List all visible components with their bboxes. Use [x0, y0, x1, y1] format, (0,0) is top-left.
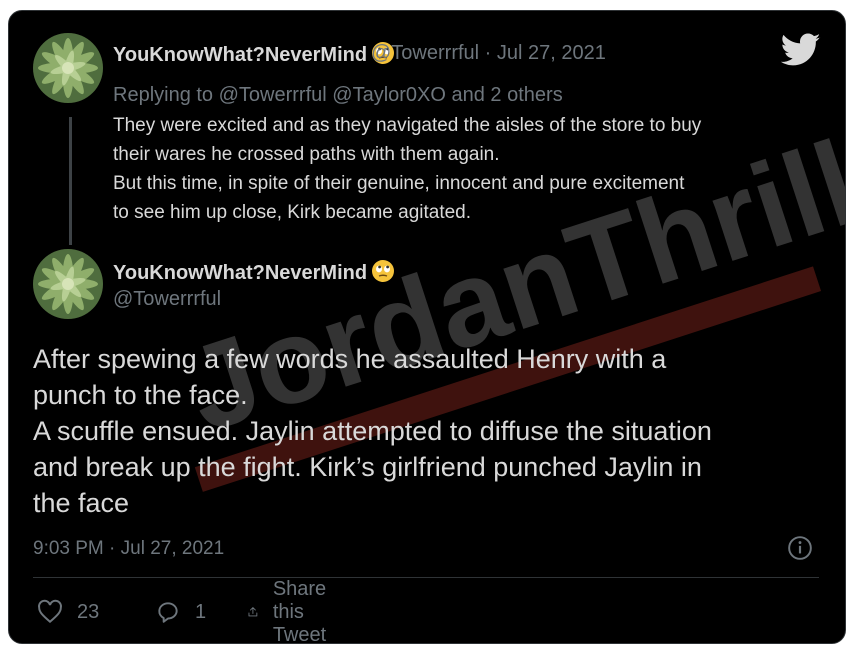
replying-to-line[interactable]: Replying to @Towerrrful @Taylor0XO and 2… — [113, 84, 563, 107]
main-tweet-text: After spewing a few words he assaulted H… — [33, 341, 833, 521]
share-label: Share this Tweet — [272, 577, 327, 644]
display-name-text: YouKnowWhat?NeverMind — [113, 262, 368, 284]
main-text-line: and break up the fight. Kirk’s girlfrien… — [33, 452, 702, 482]
info-icon[interactable] — [787, 535, 813, 561]
twitter-bird-icon[interactable] — [781, 33, 821, 67]
like-button[interactable]: 23 — [37, 597, 99, 627]
rolling-eyes-emoji-icon — [372, 260, 395, 282]
reply-text-line: their wares he crossed paths with them a… — [113, 144, 500, 165]
like-count: 23 — [77, 600, 100, 623]
reply-handle-time[interactable]: @Towerrrful · Jul 27, 2021 — [371, 42, 606, 65]
reply-text-line: They were excited and as they navigated … — [113, 115, 702, 136]
share-button[interactable]: Share this Tweet — [247, 578, 340, 643]
avatar[interactable] — [33, 33, 103, 103]
main-display-name[interactable]: YouKnowWhat?NeverMind — [113, 259, 395, 285]
share-icon — [248, 607, 258, 617]
thread-connector-line — [69, 117, 72, 245]
succulent-avatar-image — [33, 33, 103, 103]
display-name-text: YouKnowWhat?NeverMind — [113, 44, 368, 66]
tweet-card: JordanThrilla. YouKnowWhat?NeverMind @To… — [8, 10, 846, 644]
main-text-line: punch to the face. — [33, 380, 248, 410]
avatar[interactable] — [33, 249, 103, 319]
reply-tweet-text: They were excited and as they navigated … — [113, 111, 828, 227]
succulent-avatar-image — [33, 249, 103, 319]
main-text-line: the face — [33, 488, 130, 518]
reply-text-line: to see him up close, Kirk became agitate… — [113, 202, 472, 223]
tweet-timestamp[interactable]: 9:03 PM · Jul 27, 2021 — [33, 538, 224, 560]
divider — [33, 577, 819, 578]
main-text-line: A scuffle ensued. Jaylin attempted to di… — [33, 416, 712, 446]
reply-bubble-icon — [158, 602, 178, 623]
reply-text-line: But this time, in spite of their genuine… — [113, 173, 685, 194]
reply-display-name[interactable]: YouKnowWhat?NeverMind — [113, 41, 395, 67]
reply-count: 1 — [195, 600, 207, 623]
main-text-line: After spewing a few words he assaulted H… — [33, 344, 667, 374]
main-handle[interactable]: @Towerrrful — [113, 288, 221, 311]
heart-icon — [38, 599, 62, 624]
reply-button[interactable]: 1 — [155, 597, 206, 627]
